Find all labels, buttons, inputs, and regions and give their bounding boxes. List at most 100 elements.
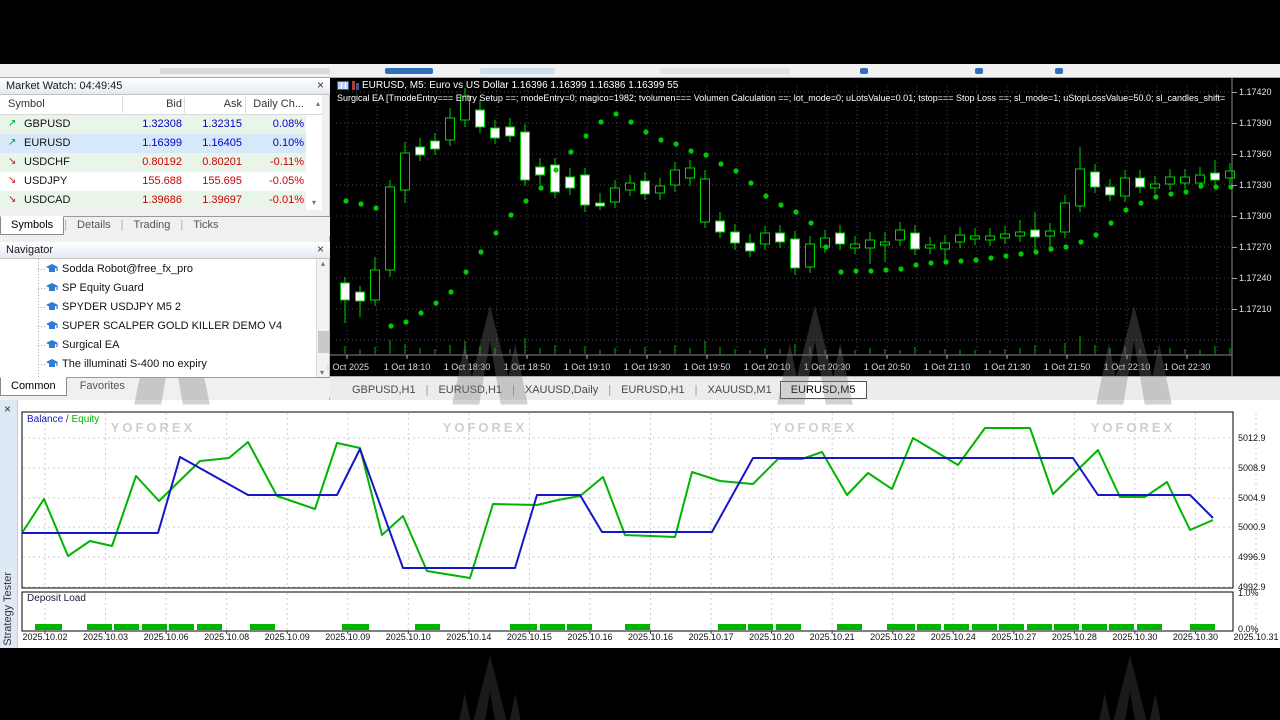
tree-connector-stub [38, 345, 46, 346]
down-arrow-icon: ↘ [8, 156, 17, 167]
tree-connector-stub [38, 269, 46, 270]
chart-tab-gbpusdh1[interactable]: GBPUSD,H1 [344, 383, 424, 397]
price-axis: 1.17420 1.17390 1.17360 1.17330 1.17300 1.172… [1232, 78, 1280, 376]
column-header-dailych[interactable]: Daily Ch... [248, 98, 304, 110]
chart-tab-eurusdm5[interactable]: EURUSD,M5 [779, 381, 867, 399]
chart-tab-xauusddaily[interactable]: XAUUSD,Daily [517, 383, 606, 397]
tester-date-label: 2025.10.30 [1172, 632, 1218, 642]
column-header-symbol[interactable]: Symbol [8, 98, 45, 110]
tester-date-label: 2025.10.28 [1051, 632, 1097, 642]
navigator-item-label: The illuminati S-400 no expiry [62, 358, 207, 370]
tab-common[interactable]: Common [0, 377, 67, 396]
ask-cell: 1.16405 [202, 137, 242, 149]
market-watch-row[interactable]: ↗ GBPUSD 1.32308 1.32315 0.08% [0, 115, 306, 134]
time-axis-label: 1 Oct 19:50 [683, 362, 731, 372]
balance-legend: Balance [27, 414, 64, 425]
tester-date-label: 2025.10.16 [567, 632, 613, 642]
toolbar-chip [975, 68, 983, 74]
navigator-item[interactable]: SPYDER USDJPY M5 2 [0, 298, 316, 317]
tab-symbols[interactable]: Symbols [0, 216, 65, 235]
toolbar-chip [480, 68, 555, 74]
bid-cell: 1.16399 [142, 137, 182, 149]
tab-favorites[interactable]: Favorites [70, 378, 135, 395]
tester-date-label: 2025.10.22 [870, 632, 916, 642]
chart-tab-eurusdh1[interactable]: EURUSD,H1 [613, 383, 693, 397]
tab-divider: | [512, 384, 515, 396]
ea-parameters-line: Surgical EA [TmodeEntry=== Entry Setup =… [337, 93, 1226, 103]
navigator-item[interactable]: Surgical EA [0, 336, 316, 355]
tree-connector-stub [38, 364, 46, 365]
navigator-item-label: SUPER SCALPER GOLD KILLER DEMO V4 [62, 320, 283, 332]
tester-date-label: 2025.10.16 [627, 632, 674, 642]
price-axis-label: 1.17270 [1239, 242, 1272, 252]
column-divider [245, 97, 246, 113]
close-icon[interactable]: × [317, 78, 324, 92]
market-watch-row[interactable]: ↘ USDCAD 1.39686 1.39697 -0.01% [0, 191, 306, 210]
navigator-item[interactable]: Sodda Robot@free_fx_pro [0, 260, 316, 279]
column-divider [122, 97, 123, 113]
scrollbar-thumb[interactable] [318, 331, 329, 353]
market-watch-row[interactable]: ↘ USDCHF 0.80192 0.80201 -0.11% [0, 153, 306, 172]
market-watch-title: Market Watch: 04:49:45 [6, 80, 123, 92]
tab-details[interactable]: Details [67, 217, 121, 234]
time-axis-label: 1 Oct 19:10 [563, 362, 611, 372]
time-axis-label: 1 Oct 18:30 [443, 362, 491, 372]
up-arrow-icon: ↗ [8, 118, 17, 129]
price-axis-label: 1.17210 [1239, 304, 1272, 314]
price-chart-canvas[interactable] [330, 78, 1280, 376]
time-axis-label: 1 Oct 20:50 [863, 362, 911, 372]
tester-date-label: 2025.10.27 [991, 632, 1037, 642]
app-window: Market Watch: 04:49:45 × Symbol Bid Ask Dai… [0, 0, 1280, 720]
market-watch-row[interactable]: ↗ EURUSD 1.16399 1.16405 0.10% [0, 134, 306, 153]
navigator-item[interactable]: SP Equity Guard [0, 279, 316, 298]
scroll-down-icon[interactable]: ▾ [307, 198, 321, 207]
price-axis-label: 1.17330 [1239, 180, 1272, 190]
navigator-scrollbar[interactable]: ▴ ▾ [316, 259, 329, 377]
column-header-bid[interactable]: Bid [130, 98, 182, 110]
tab-divider: | [608, 384, 612, 396]
tab-ticks[interactable]: Ticks [183, 217, 228, 234]
watermark-logo [445, 652, 535, 720]
tester-date-label: 2025.10.15 [506, 632, 552, 642]
market-watch-scrollbar[interactable]: ▾ [307, 198, 321, 207]
chart-tab-xauusdm1[interactable]: XAUUSD,M1 [700, 383, 780, 397]
price-axis-tick [1232, 92, 1237, 93]
time-axis-label: 1 Oct 22:30 [1163, 362, 1211, 372]
tester-graph-canvas[interactable] [0, 400, 1280, 648]
market-watch-header: Symbol Bid Ask Daily Ch... ▴ [0, 95, 322, 115]
expert-advisor-icon [46, 264, 58, 275]
column-header-ask[interactable]: Ask [192, 98, 242, 110]
toolbar-chip [860, 68, 868, 74]
tester-date-label: 2025.10.20 [749, 632, 795, 642]
price-axis-label: 1.17390 [1239, 118, 1272, 128]
navigator-item-label: Surgical EA [62, 339, 120, 351]
tester-date-label: 2025.10.21 [809, 632, 855, 642]
scroll-up-icon[interactable]: ▴ [317, 259, 329, 268]
time-axis-label: 1 Oct 2025 [324, 362, 370, 372]
chart-type-icon [352, 81, 360, 90]
chart-tab-eurusdh1[interactable]: EURUSD,H1 [430, 383, 510, 397]
time-axis-label: 1 Oct 18:10 [383, 362, 431, 372]
tester-date-label: 2025.10.17 [688, 632, 734, 642]
scroll-up-icon[interactable]: ▴ [316, 99, 320, 108]
price-axis-tick [1232, 123, 1237, 124]
market-watch-row[interactable]: ↘ USDJPY 155.688 155.695 -0.05% [0, 172, 306, 191]
price-axis-tick [1232, 309, 1237, 310]
navigator-item[interactable]: The illuminati S-400 no expiry [0, 355, 316, 374]
equity-legend: Equity [71, 414, 100, 425]
tester-y-label: 5000.9 [1238, 522, 1266, 532]
navigator-tree: Sodda Robot@free_fx_pro SP Equity Guard SP… [0, 259, 316, 377]
time-axis-label: 1 Oct 18:50 [503, 362, 551, 372]
chart-title: EURUSD, M5: Euro vs US Dollar 1.16396 1.… [362, 80, 679, 91]
bid-cell: 1.32308 [142, 118, 182, 130]
tab-divider: | [694, 384, 698, 396]
time-axis-label: 1 Oct 19:30 [623, 362, 671, 372]
tab-trading[interactable]: Trading [124, 217, 181, 234]
column-divider [184, 97, 185, 113]
navigator-item[interactable]: SUPER SCALPER GOLD KILLER DEMO V4 [0, 317, 316, 336]
market-watch-rows: ↗ GBPUSD 1.32308 1.32315 0.08% ↗ EURUSD 1.16399… [0, 115, 322, 210]
tester-date-label: 2025.10.06 [143, 632, 189, 642]
daily-change-cell: -0.01% [269, 194, 304, 206]
scroll-down-icon[interactable]: ▾ [320, 368, 324, 377]
market-watch-tabs: Symbols | Details | Trading | Ticks [0, 216, 330, 236]
